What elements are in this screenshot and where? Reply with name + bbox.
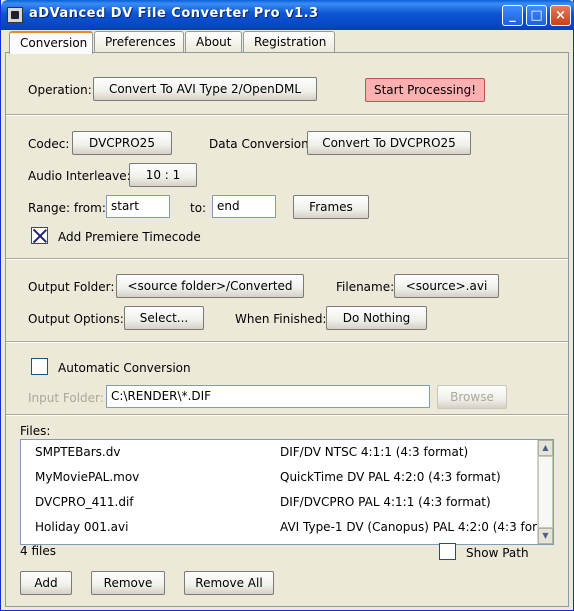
range-to-label: to: (190, 201, 207, 215)
file-name: SMPTEBars.dv (35, 445, 121, 459)
add-button[interactable]: Add (20, 571, 72, 595)
show-path-label: Show Path (466, 546, 529, 560)
remove-all-button[interactable]: Remove All (184, 571, 274, 595)
audio-interleave-label: Audio Interleave: (28, 169, 131, 183)
divider (6, 114, 568, 116)
file-format: AVI Type-1 DV (Canopus) PAL 4:2:0 (4:3 f… (280, 520, 554, 534)
output-folder-button[interactable]: <source folder>/Converted (116, 274, 304, 298)
output-folder-label: Output Folder: (28, 280, 115, 294)
window-title: aDVanced DV File Converter Pro v1.3 (29, 6, 319, 21)
app-icon (7, 7, 23, 23)
file-format: QuickTime DV PAL 4:2:0 (4:3 format) (280, 470, 501, 484)
input-folder-input[interactable]: C:\RENDER\*.DIF (106, 385, 430, 408)
operation-label: Operation: (28, 83, 92, 97)
data-conversion-button[interactable]: Convert To DVCPRO25 (307, 131, 471, 155)
range-to-input[interactable]: end (212, 195, 276, 218)
tab-preferences[interactable]: Preferences (94, 31, 184, 53)
close-button[interactable]: × (550, 5, 571, 26)
file-row[interactable]: SMPTEBars.dv DIF/DV NTSC 4:1:1 (4:3 form… (21, 440, 539, 465)
when-finished-button[interactable]: Do Nothing (326, 306, 427, 330)
tab-conversion[interactable]: Conversion (9, 31, 93, 54)
divider (6, 414, 568, 416)
automatic-conversion-checkbox[interactable] (31, 358, 48, 375)
show-path-checkbox[interactable] (439, 543, 456, 560)
output-options-label: Output Options: (28, 312, 124, 326)
operation-select-button[interactable]: Convert To AVI Type 2/OpenDML (93, 77, 317, 101)
audio-interleave-button[interactable]: 10 : 1 (129, 163, 197, 187)
file-row[interactable]: Holiday 001.avi AVI Type-1 DV (Canopus) … (21, 515, 553, 540)
frames-button[interactable]: Frames (293, 195, 369, 219)
minimize-button[interactable]: _ (502, 5, 523, 26)
tab-about[interactable]: About (185, 31, 242, 53)
app-window: aDVanced DV File Converter Pro v1.3 _ □ … (0, 0, 574, 611)
start-processing-button[interactable]: Start Processing! (365, 78, 485, 102)
automatic-conversion-label: Automatic Conversion (58, 361, 191, 375)
tab-bar: Conversion Preferences About Registratio… (7, 31, 567, 54)
range-from-input[interactable]: start (106, 195, 170, 218)
premiere-timecode-label: Add Premiere Timecode (58, 230, 201, 244)
title-bar[interactable]: aDVanced DV File Converter Pro v1.3 _ □ … (1, 0, 574, 30)
divider (6, 258, 568, 260)
when-finished-label: When Finished: (235, 312, 327, 326)
file-list-scrollbar[interactable]: ▲ ▼ (537, 440, 553, 544)
remove-button[interactable]: Remove (91, 571, 165, 595)
premiere-timecode-checkbox[interactable] (31, 227, 48, 244)
file-name: MyMoviePAL.mov (35, 470, 140, 484)
filename-button[interactable]: <source>.avi (394, 274, 499, 298)
scroll-thumb[interactable] (538, 456, 553, 528)
codec-button[interactable]: DVCPRO25 (72, 131, 172, 155)
file-row[interactable]: MyMoviePAL.mov QuickTime DV PAL 4:2:0 (4… (21, 465, 539, 490)
file-format: DIF/DV NTSC 4:1:1 (4:3 format) (280, 445, 469, 459)
file-name: DVCPRO_411.dif (35, 495, 134, 509)
browse-button[interactable]: Browse (437, 385, 507, 409)
input-folder-label: Input Folder: (28, 391, 104, 405)
file-format: DIF/DVCPRO PAL 4:1:1 (4:3 format) (280, 495, 491, 509)
range-from-label: Range: from: (28, 201, 106, 215)
filename-label: Filename: (336, 280, 395, 294)
conversion-panel: Operation: Convert To AVI Type 2/OpenDML… (5, 52, 569, 607)
file-name: Holiday 001.avi (35, 520, 129, 534)
file-count: 4 files (20, 544, 56, 558)
file-row[interactable]: DVCPRO_411.dif DIF/DVCPRO PAL 4:1:1 (4:3… (21, 490, 539, 515)
data-conversion-label: Data Conversion: (209, 137, 313, 151)
divider (6, 341, 568, 343)
scroll-up-icon[interactable]: ▲ (538, 440, 553, 456)
output-options-button[interactable]: Select... (124, 306, 204, 330)
files-label: Files: (20, 424, 51, 438)
codec-label: Codec: (28, 137, 70, 151)
file-list[interactable]: SMPTEBars.dv DIF/DV NTSC 4:1:1 (4:3 form… (20, 439, 554, 545)
maximize-button[interactable]: □ (526, 5, 547, 26)
scroll-down-icon[interactable]: ▼ (538, 528, 553, 544)
tab-registration[interactable]: Registration (243, 31, 335, 53)
